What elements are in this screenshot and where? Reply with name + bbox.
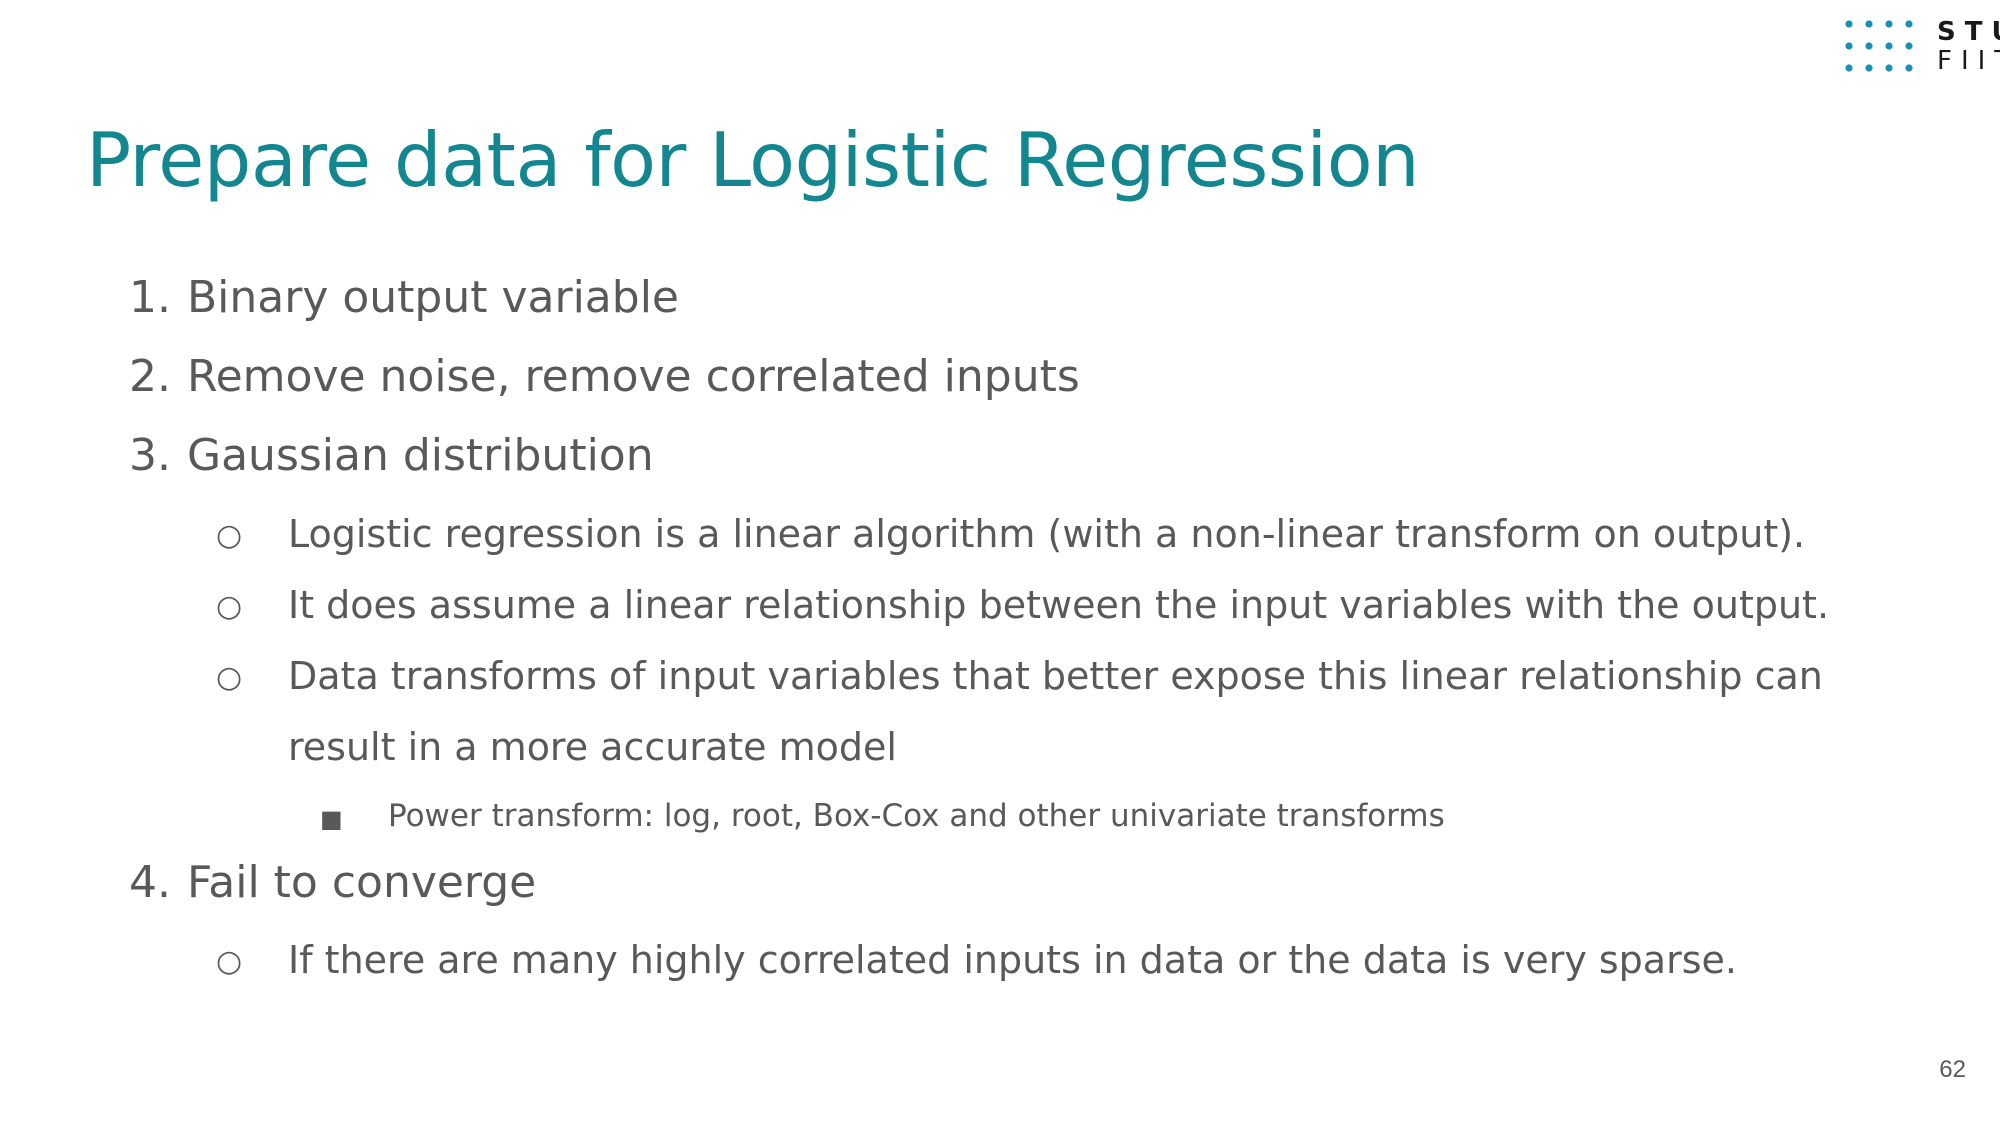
slide-title: Prepare data for Logistic Regression <box>86 116 1420 204</box>
sub-list-item: ○ If there are many highly correlated in… <box>216 937 1737 983</box>
logo-line-fiit: FIIT <box>1937 46 2000 76</box>
sub-sub-list-item: ■ Power transform: log, root, Box-Cox an… <box>320 797 1445 835</box>
sub-sub-list-item-text: Power transform: log, root, Box-Cox and … <box>388 798 1445 834</box>
list-item-text: Fail to converge <box>187 857 537 908</box>
logo-dots-icon <box>1845 20 1913 72</box>
list-item-text: Binary output variable <box>187 272 679 323</box>
list-item-text: Gaussian distribution <box>187 430 654 481</box>
sub-list-item-text: Data transforms of input variables that … <box>288 654 1823 698</box>
square-bullet-icon: ■ <box>320 805 343 833</box>
circle-bullet-icon: ○ <box>216 660 243 695</box>
list-item-4: 4. Fail to converge <box>129 857 537 909</box>
circle-bullet-icon: ○ <box>216 518 243 553</box>
sub-list-item: ○ Logistic regression is a linear algori… <box>216 511 1806 557</box>
list-item-number: 3. <box>129 430 171 481</box>
sub-list-item-text: If there are many highly correlated inpu… <box>288 938 1737 982</box>
logo-line-stu: STU <box>1937 17 2000 47</box>
sub-list-item-text: It does assume a linear relationship bet… <box>288 583 1830 627</box>
list-item-3: 3. Gaussian distribution <box>129 430 654 482</box>
list-item-text: Remove noise, remove correlated inputs <box>187 351 1080 402</box>
list-item-number: 4. <box>129 857 171 908</box>
list-item-1: 1. Binary output variable <box>129 272 679 324</box>
page-number: 62 <box>1939 1056 1966 1083</box>
circle-bullet-icon: ○ <box>216 944 243 979</box>
sub-list-item-text: Logistic regression is a linear algorith… <box>288 512 1806 556</box>
sub-list-item-continuation: result in a more accurate model <box>288 724 897 770</box>
circle-bullet-icon: ○ <box>216 589 243 624</box>
logo-text: STU FIIT <box>1937 18 2000 76</box>
stu-fiit-logo: STU FIIT <box>1845 18 2000 76</box>
sub-list-item: ○ It does assume a linear relationship b… <box>216 582 1830 628</box>
list-item-number: 1. <box>129 272 171 323</box>
sub-list-item-text: result in a more accurate model <box>288 725 897 769</box>
sub-list-item: ○ Data transforms of input variables tha… <box>216 653 1823 699</box>
list-item-number: 2. <box>129 351 171 402</box>
list-item-2: 2. Remove noise, remove correlated input… <box>129 351 1080 403</box>
